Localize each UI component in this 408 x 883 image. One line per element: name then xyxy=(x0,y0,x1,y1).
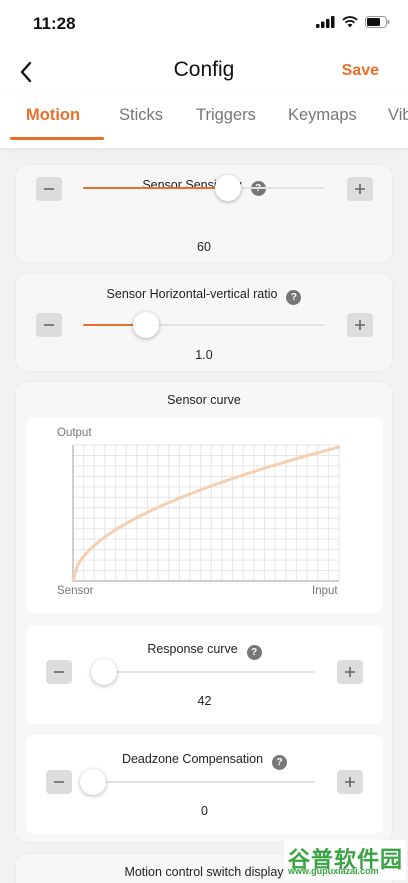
response-curve-value: 42 xyxy=(197,694,212,708)
plus-icon xyxy=(355,320,365,330)
status-icons xyxy=(316,16,390,28)
signal-icon xyxy=(316,16,335,28)
help-icon[interactable]: ? xyxy=(246,645,262,660)
sensor-ratio-slider-thumb[interactable] xyxy=(132,312,159,338)
curve-x-origin-label: Sensor xyxy=(57,585,94,597)
watermark: 谷普软件园 www.gupuxiazai.com xyxy=(284,840,406,880)
curve-graph-panel: Output Sensor Input xyxy=(26,417,383,613)
response-curve-panel: Response curve? 42 xyxy=(26,625,383,724)
deadzone-slider[interactable] xyxy=(80,769,315,795)
nav-bar: Config Save xyxy=(0,48,408,96)
deadzone-title: Deadzone Compensation? xyxy=(26,752,383,770)
sensor-ratio-slider[interactable] xyxy=(83,312,325,338)
curve-graph[interactable] xyxy=(69,443,343,585)
sensor-curve-card: Sensor curve Output Sensor Input Respons… xyxy=(15,381,393,843)
tab-sticks[interactable]: Sticks xyxy=(119,106,163,125)
sensor-ratio-increase-button[interactable] xyxy=(347,313,373,337)
curve-x-label: Input xyxy=(312,585,338,597)
response-curve-title: Response curve? xyxy=(26,642,383,660)
response-curve-label: Response curve xyxy=(147,642,238,656)
deadzone-value: 0 xyxy=(201,804,208,818)
active-tab-indicator xyxy=(10,137,104,140)
curve-line xyxy=(71,445,341,583)
sensor-ratio-value: 1.0 xyxy=(195,348,213,362)
minus-icon xyxy=(54,671,64,673)
status-time: 11:28 xyxy=(33,14,76,33)
status-bar: 11:28 xyxy=(0,0,408,48)
response-curve-increase-button[interactable] xyxy=(337,660,363,684)
sensor-sensitivity-slider-thumb[interactable] xyxy=(215,175,242,201)
minus-icon xyxy=(44,188,54,190)
plus-icon xyxy=(345,777,355,787)
sensor-ratio-title: Sensor Horizontal-vertical ratio? xyxy=(16,287,392,305)
response-curve-slider-thumb[interactable] xyxy=(91,659,118,685)
sensor-ratio-card: Sensor Horizontal-vertical ratio? 1.0 xyxy=(15,273,393,372)
watermark-url: www.gupuxiazai.com xyxy=(288,866,379,876)
curve-y-label: Output xyxy=(57,427,92,439)
tab-vibration[interactable]: Vib xyxy=(388,106,408,125)
minus-icon xyxy=(44,324,54,326)
tab-bar: Motion Sticks Triggers Keymaps Vib xyxy=(0,96,408,148)
deadzone-slider-thumb[interactable] xyxy=(80,769,106,795)
sensor-curve-title: Sensor curve xyxy=(167,393,241,407)
deadzone-panel: Deadzone Compensation? 0 xyxy=(26,735,383,834)
deadzone-increase-button[interactable] xyxy=(337,770,363,794)
response-curve-slider[interactable] xyxy=(91,659,315,685)
sensor-sensitivity-card: Sensor Sensitivity? 60 xyxy=(15,164,393,263)
sensor-sensitivity-value: 60 xyxy=(197,240,211,254)
sensor-sensitivity-slider-fill xyxy=(83,187,229,189)
plus-icon xyxy=(345,667,355,677)
sensor-sensitivity-slider[interactable] xyxy=(83,175,325,201)
tab-triggers[interactable]: Triggers xyxy=(196,106,256,125)
deadzone-label: Deadzone Compensation xyxy=(121,752,264,766)
battery-icon xyxy=(365,16,390,28)
save-button[interactable]: Save xyxy=(342,62,379,80)
plus-icon xyxy=(355,184,365,194)
sensor-sensitivity-decrease-button[interactable] xyxy=(36,177,62,201)
tab-keymaps[interactable]: Keymaps xyxy=(288,106,357,125)
tab-motion[interactable]: Motion xyxy=(26,106,80,125)
sensor-ratio-label: Sensor Horizontal-vertical ratio xyxy=(106,287,278,301)
sensor-sensitivity-increase-button[interactable] xyxy=(347,177,373,201)
curve-grid xyxy=(72,444,340,582)
response-curve-decrease-button[interactable] xyxy=(46,660,72,684)
help-icon[interactable]: ? xyxy=(272,755,288,770)
help-icon[interactable]: ? xyxy=(286,290,302,305)
wifi-icon xyxy=(342,16,358,28)
deadzone-decrease-button[interactable] xyxy=(46,770,72,794)
sensor-ratio-decrease-button[interactable] xyxy=(36,313,62,337)
minus-icon xyxy=(54,781,64,783)
